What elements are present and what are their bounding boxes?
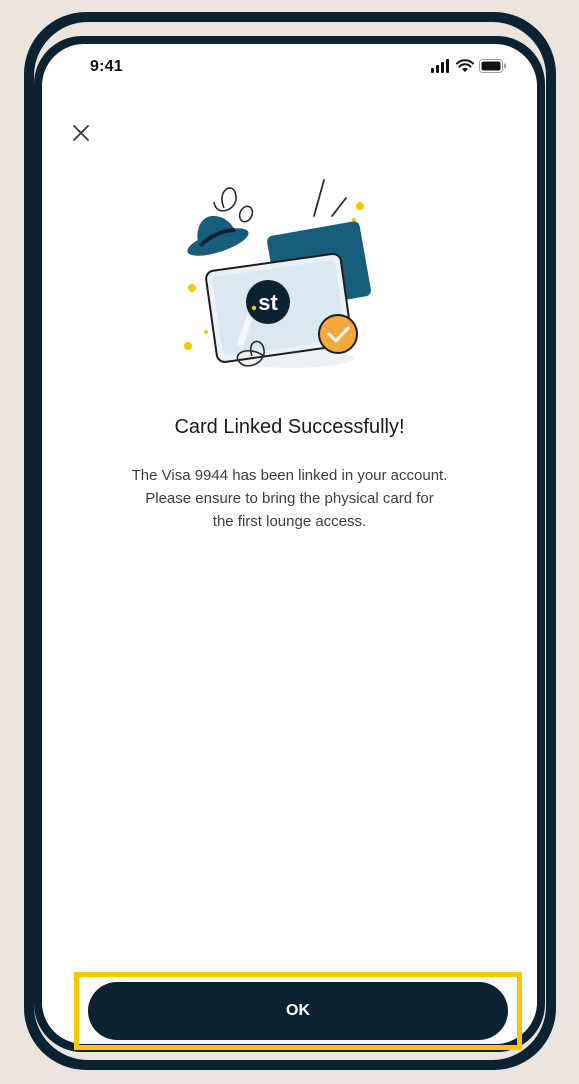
yellow-dot xyxy=(356,202,364,210)
doodle-loop xyxy=(213,187,237,212)
card-linked-illustration: st xyxy=(154,160,394,380)
success-description: The Visa 9944 has been linked in your ac… xyxy=(72,464,507,533)
status-time: 9:41 xyxy=(90,58,123,75)
cellular-signal-icon xyxy=(431,59,449,73)
doodle-line xyxy=(313,179,325,217)
ok-button[interactable]: OK xyxy=(88,982,508,1040)
status-bar: 9:41 xyxy=(42,44,537,92)
battery-icon xyxy=(479,59,506,73)
hat-icon xyxy=(187,216,249,256)
description-line: the first lounge access. xyxy=(212,513,367,530)
wifi-icon xyxy=(456,59,474,72)
phone-screen: 9:41 st Card Linked Successfully! The Vi… xyxy=(34,36,545,1052)
description-line: The Visa 9944 has been linked in your ac… xyxy=(131,467,448,484)
success-title: Card Linked Successfully! xyxy=(174,416,405,438)
yellow-dot xyxy=(184,342,192,350)
brand-logo-text: st xyxy=(258,290,278,315)
check-badge xyxy=(318,314,358,354)
doodle-ellipse xyxy=(238,205,254,223)
screen-content: 9:41 st Card Linked Successfully! The Vi… xyxy=(42,44,537,1044)
description-line: Please ensure to bring the physical card… xyxy=(145,490,434,507)
doodle-line xyxy=(331,197,347,217)
card-illustration-svg: st xyxy=(184,179,371,368)
yellow-dot xyxy=(204,330,208,334)
ok-button-highlight: OK xyxy=(74,972,522,1050)
close-button[interactable] xyxy=(66,118,96,148)
logo-accent-dot xyxy=(251,305,257,311)
status-icons xyxy=(431,59,507,73)
yellow-dot xyxy=(188,284,196,292)
close-icon xyxy=(73,125,89,141)
